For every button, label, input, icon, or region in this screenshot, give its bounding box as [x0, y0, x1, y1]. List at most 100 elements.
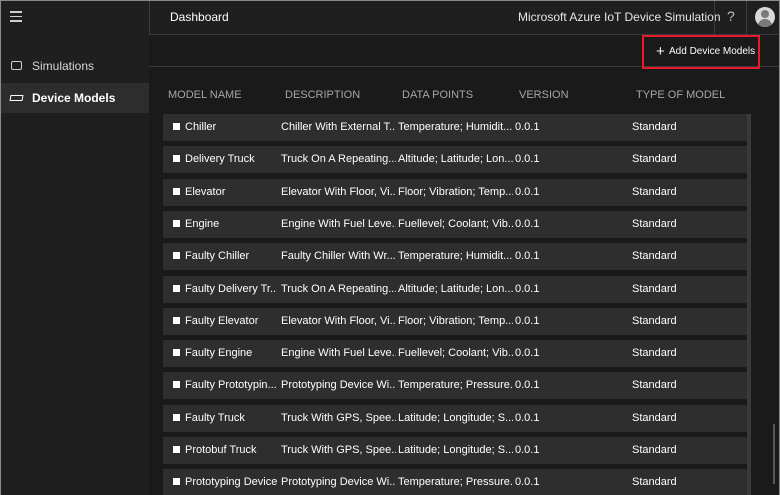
type-cell: Standard: [632, 282, 677, 295]
description-cell: Engine With Fuel Leve...: [281, 347, 396, 360]
table-row[interactable]: Chiller Chiller With External T... Tempera…: [163, 114, 747, 141]
description-cell: Truck On A Repeating...: [281, 282, 396, 295]
data-points-cell: Floor; Vibration; Temp...: [398, 314, 513, 327]
sidebar-item-label: Device Models: [32, 91, 116, 105]
table-row[interactable]: Protobuf Truck Truck With GPS, Spee... Lat…: [163, 437, 747, 464]
model-name-cell: Chiller: [185, 121, 217, 133]
table-row[interactable]: Faulty Delivery Tr... Truck On A Repeatin…: [163, 275, 747, 303]
data-points-cell: Fuellevel; Coolant; Vib...: [398, 217, 513, 230]
row-checkbox[interactable]: [173, 284, 180, 292]
row-checkbox[interactable]: [173, 219, 180, 227]
row-checkbox[interactable]: [173, 155, 180, 163]
model-name-cell: Faulty Elevator: [185, 314, 259, 327]
data-points-cell: Latitude; Longitude; S...: [398, 444, 513, 456]
version-cell: 0.0.1: [515, 347, 540, 360]
user-avatar-icon[interactable]: [755, 7, 775, 27]
header-divider: [149, 1, 150, 34]
column-header-description[interactable]: DESCRIPTION: [285, 89, 360, 101]
add-device-models-button[interactable]: + Add Device Models: [642, 35, 760, 69]
header-divider: [714, 1, 715, 34]
table-row[interactable]: Faulty Elevator Elevator With Floor, Vi..…: [163, 307, 747, 335]
table-header: MODEL NAME DESCRIPTION DATA POINTS VERSI…: [149, 89, 779, 105]
model-name-cell: Faulty Prototypin...: [185, 379, 277, 392]
table-row[interactable]: Faulty Prototypin... Prototyping Device W…: [163, 372, 747, 400]
row-checkbox[interactable]: [173, 446, 180, 453]
model-name-cell: Faulty Truck: [185, 411, 245, 424]
device-model-icon: [9, 95, 24, 101]
version-cell: 0.0.1: [515, 185, 540, 198]
model-name-cell: Elevator: [185, 185, 226, 198]
data-points-cell: Latitude; Longitude; S...: [398, 411, 513, 424]
column-header-model-name[interactable]: MODEL NAME: [168, 89, 242, 101]
version-cell: 0.0.1: [515, 282, 540, 295]
data-points-cell: Temperature; Pressure...: [398, 379, 513, 392]
column-header-data-points[interactable]: DATA POINTS: [402, 89, 473, 101]
data-points-cell: Temperature; Pressure...: [398, 476, 513, 489]
row-checkbox[interactable]: [173, 413, 180, 421]
model-name-cell: Faulty Chiller: [185, 250, 250, 263]
version-cell: 0.0.1: [515, 314, 540, 327]
version-cell: 0.0.1: [515, 444, 540, 456]
column-header-type-of-model[interactable]: TYPE OF MODEL: [636, 89, 725, 101]
type-cell: Standard: [632, 121, 677, 133]
add-device-models-label: Add Device Models: [669, 46, 756, 57]
table-row[interactable]: Elevator Elevator With Floor, Vi... Floor;…: [163, 178, 747, 206]
page-title: Dashboard: [170, 10, 229, 24]
description-cell: Truck With GPS, Spee...: [281, 411, 396, 424]
description-cell: Elevator With Floor, Vi...: [281, 314, 396, 327]
type-cell: Standard: [632, 379, 677, 392]
help-icon[interactable]: ?: [727, 8, 735, 24]
table-row[interactable]: Delivery Truck Truck On A Repeating... Alt…: [163, 146, 747, 174]
column-header-version[interactable]: VERSION: [519, 89, 569, 101]
row-checkbox[interactable]: [173, 123, 180, 130]
table-row[interactable]: Faulty Truck Truck With GPS, Spee... Latit…: [163, 404, 747, 432]
sidebar-item-device-models[interactable]: Device Models: [1, 83, 149, 113]
version-cell: 0.0.1: [515, 411, 540, 424]
type-cell: Standard: [632, 444, 677, 456]
data-points-cell: Floor; Vibration; Temp...: [398, 185, 513, 198]
type-cell: Standard: [632, 250, 677, 263]
type-cell: Standard: [632, 411, 677, 424]
table-row[interactable]: Prototyping Device Prototyping Device Wi.…: [163, 469, 747, 495]
model-name-cell: Engine: [185, 217, 220, 230]
type-cell: Standard: [632, 347, 677, 360]
description-cell: Engine With Fuel Leve...: [281, 217, 396, 230]
version-cell: 0.0.1: [515, 217, 540, 230]
main-content: + Add Device Models MODEL NAME DESCRIPTI…: [149, 34, 779, 495]
top-bar: Dashboard Microsoft Azure IoT Device Sim…: [1, 1, 779, 34]
table-scrollbar[interactable]: [747, 114, 751, 495]
simulation-icon: [11, 61, 22, 70]
type-cell: Standard: [632, 314, 677, 327]
data-points-cell: Altitude; Latitude; Lon...: [398, 153, 513, 166]
row-checkbox[interactable]: [173, 187, 180, 195]
description-cell: Chiller With External T...: [281, 121, 396, 133]
model-name-cell: Protobuf Truck: [185, 444, 257, 456]
table-row[interactable]: Faulty Engine Engine With Fuel Leve... Fue…: [163, 340, 747, 368]
row-checkbox[interactable]: [173, 478, 180, 486]
version-cell: 0.0.1: [515, 250, 540, 263]
row-checkbox[interactable]: [173, 381, 180, 389]
row-checkbox[interactable]: [173, 252, 180, 260]
data-points-cell: Temperature; Humidit...: [398, 250, 513, 263]
model-name-cell: Prototyping Device: [185, 476, 277, 489]
type-cell: Standard: [632, 476, 677, 489]
row-checkbox[interactable]: [173, 316, 180, 324]
version-cell: 0.0.1: [515, 476, 540, 489]
description-cell: Faulty Chiller With Wr...: [281, 250, 396, 263]
sidebar-item-simulations[interactable]: Simulations: [1, 51, 149, 81]
plus-icon: +: [656, 43, 665, 60]
row-checkbox[interactable]: [173, 349, 180, 357]
type-cell: Standard: [632, 153, 677, 166]
hamburger-menu-icon[interactable]: [10, 11, 22, 22]
table-row[interactable]: Engine Engine With Fuel Leve... Fuellevel;…: [163, 210, 747, 238]
page-scrollbar[interactable]: [773, 424, 775, 484]
data-points-cell: Altitude; Latitude; Lon...: [398, 282, 513, 295]
table-row[interactable]: Faulty Chiller Faulty Chiller With Wr... T…: [163, 243, 747, 271]
sidebar-item-label: Simulations: [32, 59, 95, 73]
header-divider: [746, 1, 747, 34]
sidebar: Simulations Device Models: [1, 34, 149, 495]
data-points-cell: Temperature; Humidit...: [398, 121, 513, 133]
description-cell: Prototyping Device Wi...: [281, 379, 396, 392]
version-cell: 0.0.1: [515, 379, 540, 392]
toolbar: + Add Device Models: [149, 34, 779, 69]
